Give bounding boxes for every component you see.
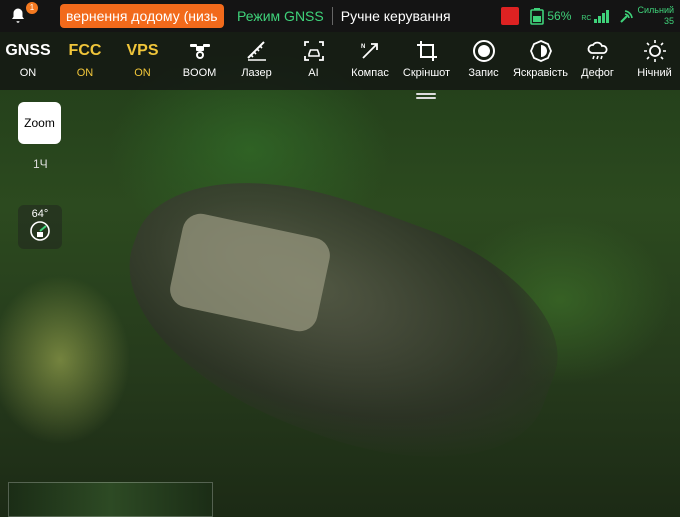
toggle-vps[interactable]: VPS ON [114, 32, 171, 90]
control-mode[interactable]: Ручне керування [341, 8, 451, 24]
vps-label: VPS [126, 42, 159, 59]
defog-button[interactable]: Дефог [569, 32, 626, 90]
night-mode-icon [643, 40, 666, 62]
camera-toolbar: GNSS ON FCC ON VPS ON BOOM Лазер AI N Ко… [0, 32, 680, 90]
night-mode-button[interactable]: Нічний [626, 32, 680, 90]
compass-icon: N [361, 43, 378, 59]
divider [331, 7, 333, 25]
toggle-gnss[interactable]: GNSS ON [0, 32, 56, 90]
notification-badge: 1 [26, 2, 38, 14]
battery-status: 56% [529, 7, 571, 25]
drone-icon [189, 44, 210, 59]
notification-button[interactable]: 1 [0, 0, 38, 32]
ai-label: AI [308, 67, 319, 79]
record-label: Запис [468, 67, 499, 79]
laser-ruler-icon [246, 41, 266, 61]
vps-state: ON [134, 67, 151, 79]
zoom-button[interactable]: Zoom [18, 102, 61, 144]
minimap-thumbnail[interactable] [8, 482, 213, 517]
gnss-state: ON [19, 67, 37, 79]
ai-car-icon [303, 41, 324, 61]
defog-label: Дефог [581, 67, 614, 79]
gimbal-compass-widget[interactable]: 64° [18, 205, 62, 249]
fcc-state: ON [76, 67, 94, 79]
laser-button[interactable]: Лазер [228, 32, 285, 90]
signal-strength-label: Сильний [637, 5, 675, 15]
boom-button[interactable]: BOOM [171, 32, 228, 90]
screenshot-button[interactable]: Скріншот [398, 32, 455, 90]
toggle-fcc[interactable]: FCC ON [56, 32, 114, 90]
status-bar: 1 вернення додому (низь Режим GNSS Ручне… [0, 0, 680, 32]
zoom-level: 1Ч [33, 157, 48, 171]
status-indicators: 56% RC Сильний 35 [501, 0, 674, 32]
svg-text:N: N [361, 44, 365, 50]
ai-button[interactable]: AI [285, 32, 342, 90]
record-icon [472, 40, 495, 62]
record-button[interactable]: Запис [455, 32, 512, 90]
boom-label: BOOM [182, 67, 217, 79]
gnss-label: GNSS [5, 42, 51, 59]
gimbal-direction-icon [30, 221, 50, 241]
laser-label: Лазер [241, 67, 272, 79]
defog-icon [587, 41, 608, 60]
crop-icon [416, 41, 437, 61]
rc-signal: RC [581, 9, 609, 23]
bell-icon [12, 8, 24, 23]
battery-icon [530, 8, 545, 25]
screenshot-label: Скріншот [402, 67, 451, 79]
brightness-button[interactable]: Яскравість [512, 32, 569, 90]
rc-label: RC [581, 15, 592, 22]
rc-signal-bars-icon [593, 9, 609, 23]
battery-percent: 56% [547, 9, 572, 23]
signal-icon [619, 10, 633, 23]
video-signal: Сильний 35 [619, 5, 675, 27]
brightness-label: Яскравість [512, 67, 569, 79]
compass-label: Компас [351, 67, 389, 79]
fcc-label: FCC [68, 42, 102, 59]
compass-degrees: 64° [31, 208, 49, 220]
return-home-alert[interactable]: вернення додому (низь [60, 4, 224, 28]
flight-mode[interactable]: Режим GNSS [237, 8, 324, 24]
aircraft-battery-icon [501, 7, 520, 25]
toolbar-drag-handle[interactable] [416, 93, 436, 100]
night-mode-label: Нічний [637, 67, 672, 79]
signal-strength-value: 35 [663, 16, 674, 26]
compass-button[interactable]: N Компас [342, 32, 398, 90]
brightness-icon [529, 40, 552, 62]
